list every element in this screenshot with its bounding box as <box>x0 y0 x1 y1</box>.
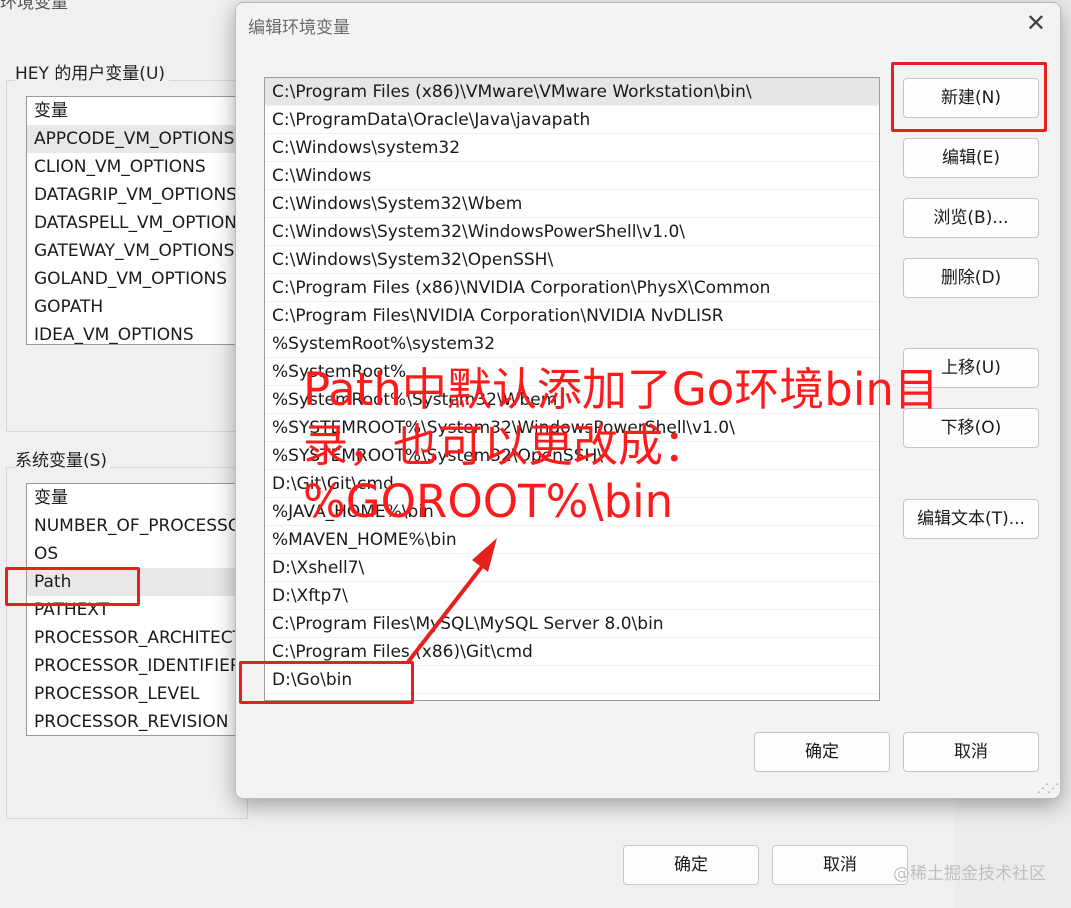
annotation-line-1: Path中默认添加了Go环境bin目 <box>303 363 939 416</box>
watermark: @稀土掘金技术社区 <box>893 864 1046 884</box>
annotation-line-2: 录，也可以更改成： <box>303 419 709 472</box>
annotation-text: Path中默认添加了Go环境bin目 录，也可以更改成： %GOROOT%\bi… <box>303 362 983 530</box>
annotation-line-3: %GOROOT%\bin <box>303 475 674 528</box>
